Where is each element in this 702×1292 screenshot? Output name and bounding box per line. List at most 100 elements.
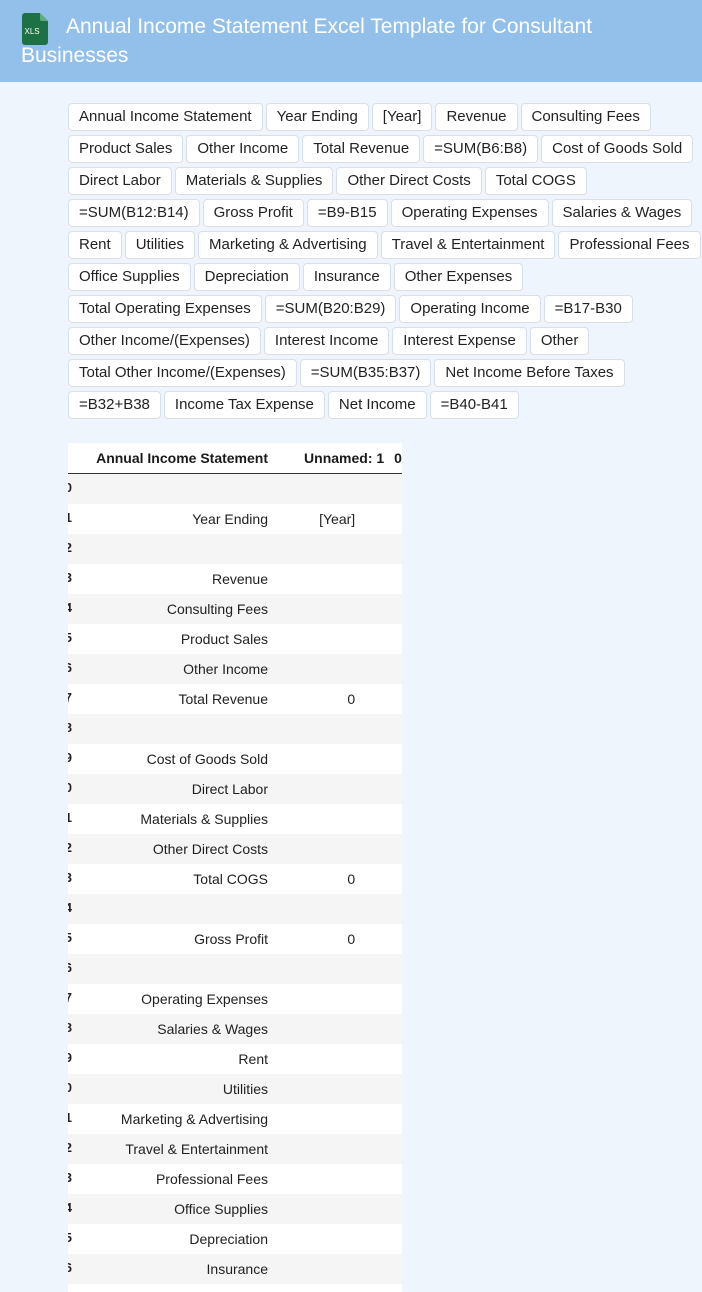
row-value-cell	[272, 1224, 385, 1254]
row-label-cell: Gross Profit	[73, 924, 272, 954]
table-row: 13Total COGS0	[68, 864, 402, 894]
keyword-chip[interactable]: Salaries & Wages	[551, 199, 693, 227]
keyword-chip[interactable]: Materials & Supplies	[174, 167, 334, 195]
row-label-cell: Professional Fees	[73, 1164, 272, 1194]
row-label-cell	[73, 473, 272, 504]
row-value-cell	[272, 1074, 385, 1104]
row-empty-cell	[384, 1224, 402, 1254]
keyword-chip[interactable]: =SUM(B35:B37)	[299, 359, 432, 387]
row-index-text: 23	[68, 1170, 72, 1185]
keyword-chip[interactable]: Other Direct Costs	[336, 167, 482, 195]
row-index-text: 20	[68, 1080, 72, 1095]
keyword-chip[interactable]: Year Ending	[265, 103, 369, 131]
row-value-cell: 0	[272, 864, 385, 894]
keyword-chip[interactable]: =B40-B41	[429, 391, 519, 419]
row-index-text: 22	[68, 1140, 72, 1155]
row-empty-cell	[384, 504, 402, 534]
keyword-chip[interactable]: =SUM(B6:B8)	[423, 135, 539, 163]
row-empty-cell	[384, 564, 402, 594]
keyword-chip[interactable]: Other Expenses	[393, 263, 524, 291]
keyword-chip[interactable]: =SUM(B20:B29)	[264, 295, 397, 323]
row-index-text: 8	[68, 720, 72, 735]
row-value-cell	[272, 1164, 385, 1194]
table-row: 11Materials & Supplies	[68, 804, 402, 834]
row-value-cell	[272, 714, 385, 744]
keyword-chip[interactable]: Gross Profit	[202, 199, 304, 227]
keyword-chip[interactable]: Professional Fees	[558, 231, 701, 259]
keyword-chip[interactable]: Total Revenue	[302, 135, 421, 163]
row-value-cell	[272, 473, 385, 504]
row-empty-cell	[384, 534, 402, 564]
keyword-chip[interactable]: Travel & Entertainment	[380, 231, 556, 259]
keyword-chip[interactable]: Total COGS	[484, 167, 587, 195]
table-row: 27	[68, 1284, 402, 1292]
row-index-text: 26	[68, 1260, 72, 1275]
row-label-cell: Office Supplies	[73, 1194, 272, 1224]
keyword-chip[interactable]: Total Other Income/(Expenses)	[68, 359, 297, 387]
row-label-cell: Depreciation	[73, 1224, 272, 1254]
table-row: 9 Cost of Goods Sold	[68, 744, 402, 774]
row-index-text: 19	[68, 1050, 72, 1065]
row-value-cell	[272, 1014, 385, 1044]
keyword-chip[interactable]: Rent	[68, 231, 122, 259]
keyword-chip[interactable]: Interest Expense	[392, 327, 527, 355]
row-label-cell: Operating Expenses	[73, 984, 272, 1014]
row-empty-cell	[384, 1104, 402, 1134]
keyword-chip[interactable]: Marketing & Advertising	[198, 231, 378, 259]
row-index-text: 25	[68, 1230, 72, 1245]
row-label-cell: Total Revenue	[73, 684, 272, 714]
keyword-chip[interactable]: [Year]	[371, 103, 433, 131]
keyword-chip[interactable]: Office Supplies	[68, 263, 191, 291]
keyword-chip[interactable]: Net Income	[327, 391, 427, 419]
row-value-cell	[272, 954, 385, 984]
row-label-cell: Utilities	[73, 1074, 272, 1104]
row-value-cell	[272, 564, 385, 594]
keyword-chip[interactable]: Interest Income	[263, 327, 390, 355]
row-label-cell	[73, 954, 272, 984]
row-value-cell	[272, 744, 385, 774]
table-body: 01Year Ending[Year]23Revenue4Consulting …	[68, 473, 402, 1292]
keyword-chip[interactable]: Cost of Goods Sold	[541, 135, 694, 163]
keyword-chip[interactable]: Utilities	[124, 231, 196, 259]
row-value-cell	[272, 834, 385, 864]
row-empty-cell	[384, 473, 402, 504]
keyword-chip[interactable]: Operating Expenses	[390, 199, 549, 227]
table-row: 7 Total Revenue 0	[68, 684, 402, 714]
keyword-chip[interactable]: =B32+B38	[68, 391, 161, 419]
keyword-chip[interactable]: Operating Income	[399, 295, 541, 323]
keyword-chip[interactable]: Net Income Before Taxes	[434, 359, 625, 387]
keyword-chip[interactable]: Insurance	[302, 263, 391, 291]
row-label-cell: Insurance	[73, 1254, 272, 1284]
keyword-chip[interactable]: Consulting Fees	[520, 103, 651, 131]
row-value-cell	[272, 774, 385, 804]
keyword-chip[interactable]: Direct Labor	[68, 167, 172, 195]
row-index-text: 7	[68, 690, 72, 705]
keyword-chip[interactable]: Income Tax Expense	[163, 391, 325, 419]
row-empty-cell	[384, 954, 402, 984]
row-label-cell: Cost of Goods Sold	[73, 744, 272, 774]
keyword-chip[interactable]: Product Sales	[68, 135, 184, 163]
table-row: 3 Revenue	[68, 564, 402, 594]
row-index-text: 24	[68, 1200, 72, 1215]
row-index-text: 5	[68, 630, 72, 645]
table-row: 1 Year Ending [Year]	[68, 504, 402, 534]
row-index-text: 3	[68, 570, 72, 585]
keyword-chip[interactable]: =B17-B30	[543, 295, 633, 323]
keyword-chip[interactable]: =SUM(B12:B14)	[68, 199, 200, 227]
keyword-chip[interactable]: Other Income/(Expenses)	[68, 327, 261, 355]
row-label-cell: Rent	[73, 1044, 272, 1074]
keyword-chip[interactable]: Revenue	[435, 103, 518, 131]
row-empty-cell	[384, 594, 402, 624]
keyword-chip[interactable]: =B9-B15	[306, 199, 388, 227]
data-table-container[interactable]: Annual Income Statement Unnamed: 1 0 0 1Y…	[68, 443, 402, 1292]
table-row: 16	[68, 954, 402, 984]
keyword-chip[interactable]: Other	[529, 327, 590, 355]
keyword-chip[interactable]: Annual Income Statement	[68, 103, 263, 131]
keyword-chip[interactable]: Total Operating Expenses	[68, 295, 262, 323]
row-index-text: 9	[68, 750, 72, 765]
keyword-chip[interactable]: Other Income	[186, 135, 300, 163]
keyword-chip[interactable]: Depreciation	[193, 263, 300, 291]
table-row: 14	[68, 894, 402, 924]
table-row: 22Travel & Entertainment	[68, 1134, 402, 1164]
row-label-cell	[73, 534, 272, 564]
